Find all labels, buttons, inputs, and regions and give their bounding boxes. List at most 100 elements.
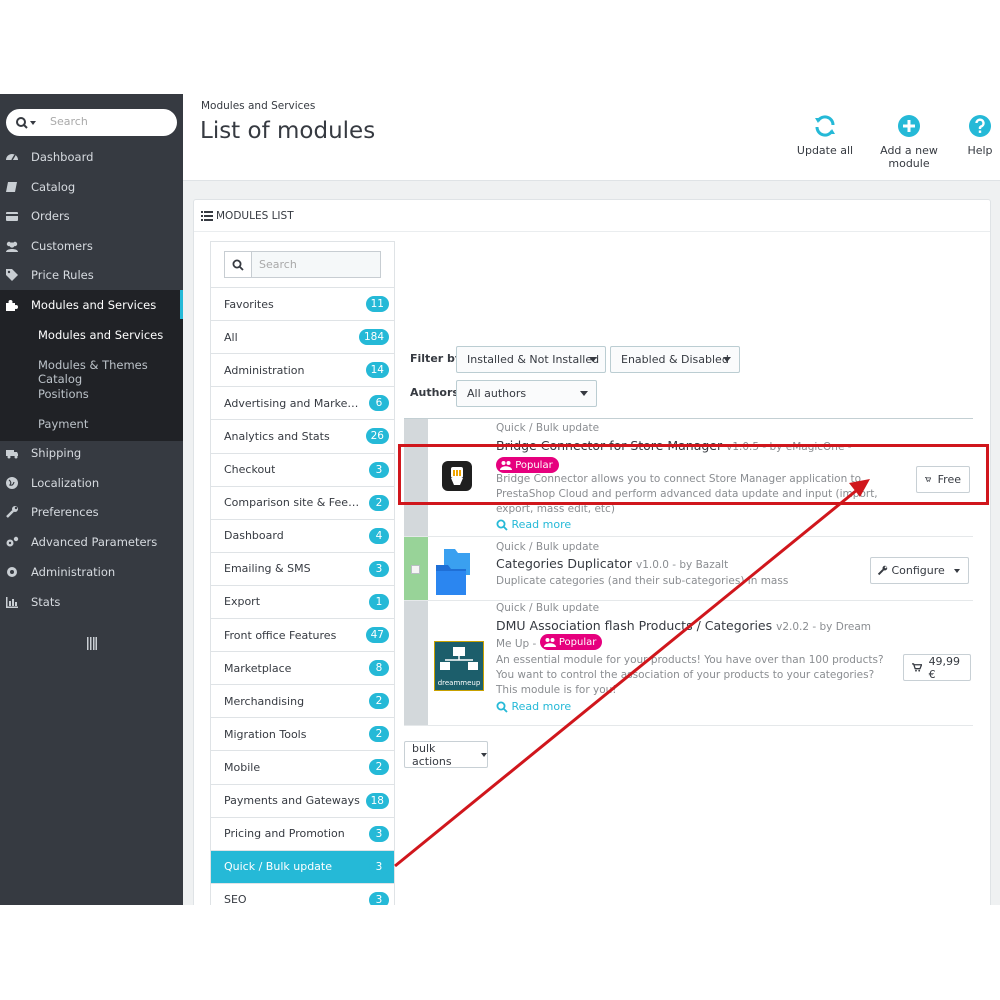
category-item[interactable]: Export 1 <box>211 584 394 618</box>
module-category: Quick / Bulk update <box>496 422 600 434</box>
category-count-badge: 2 <box>369 759 389 776</box>
category-item[interactable]: Dashboard 4 <box>211 518 394 552</box>
globe-icon <box>6 476 18 489</box>
sidebar-item-dashboard[interactable]: Dashboard <box>0 142 183 171</box>
category-count-badge: 26 <box>365 428 389 445</box>
search-icon[interactable] <box>225 252 252 277</box>
category-search-input[interactable]: Search <box>224 251 381 278</box>
caret-down-icon[interactable] <box>954 569 960 573</box>
cogs-icon <box>6 536 19 546</box>
install-filter-select[interactable]: Installed & Not Installed <box>456 346 606 373</box>
sidebar-search-input[interactable]: Search <box>6 109 177 136</box>
module-version: v1.0.5 - by eMagicOne - <box>726 441 852 453</box>
category-label: Pricing and Promotion <box>224 827 345 841</box>
plus-circle-icon <box>898 115 920 137</box>
free-install-button[interactable]: Free <box>916 466 970 493</box>
app-frame: Search Dashboard Catalog Orders Customer… <box>0 94 1000 905</box>
category-label: Merchandising <box>224 694 305 708</box>
category-item[interactable]: Quick / Bulk update 3 <box>211 849 394 883</box>
sidebar-item-catalog[interactable]: Catalog <box>0 172 183 201</box>
category-item[interactable]: Mobile 2 <box>211 750 394 784</box>
sidebar-item-price-rules[interactable]: Price Rules <box>0 260 183 289</box>
category-item[interactable]: Pricing and Promotion 3 <box>211 816 394 850</box>
category-item[interactable]: Marketplace 8 <box>211 651 394 685</box>
update-all-button[interactable]: Update all <box>795 114 855 157</box>
popular-label: Popular <box>515 459 553 471</box>
sidebar-item-label: Preferences <box>31 504 99 519</box>
help-button[interactable]: Help <box>965 114 995 157</box>
chevron-down-icon <box>589 357 597 362</box>
price-label: 49,99 € <box>928 654 961 681</box>
bar-chart-icon <box>6 596 18 608</box>
category-label: Marketplace <box>224 661 292 675</box>
add-module-button[interactable]: Add a new module <box>860 114 958 170</box>
submenu-item-payment[interactable]: Payment <box>38 417 88 431</box>
category-item[interactable]: Emailing & SMS 3 <box>211 551 394 585</box>
category-label: Export <box>224 595 261 609</box>
sidebar-item-preferences[interactable]: Preferences <box>0 497 183 526</box>
category-item[interactable]: SEO 3 <box>211 882 394 905</box>
description-line: This module is for you! <box>496 684 617 696</box>
category-label: SEO <box>224 893 247 905</box>
module-checkbox[interactable] <box>411 565 420 574</box>
category-count-badge: 184 <box>358 329 389 346</box>
sidebar-item-modules[interactable]: Modules and Services <box>0 290 183 319</box>
puzzle-icon <box>6 299 18 311</box>
sidebar-item-orders[interactable]: Orders <box>0 201 183 230</box>
submenu-item-modules-services[interactable]: Modules and Services <box>38 328 163 342</box>
module-list: Quick / Bulk update Bridge Connector for… <box>404 418 973 726</box>
category-label: Dashboard <box>224 529 284 543</box>
sidebar-item-shipping[interactable]: Shipping <box>0 438 183 467</box>
sidebar-item-customers[interactable]: Customers <box>0 231 183 260</box>
module-name: Bridge Connector for Store Manager v1.0.… <box>496 438 852 453</box>
category-item[interactable]: Favorites 11 <box>211 287 394 320</box>
category-label: Checkout <box>224 463 276 476</box>
description-line: An essential module for your products! Y… <box>496 654 884 666</box>
folder-icon <box>436 549 470 595</box>
category-item[interactable]: Front office Features 47 <box>211 618 394 651</box>
modules-panel: MODULES LIST Search Favorites 11 All 184 Adm… <box>193 199 991 905</box>
category-label: Emailing & SMS <box>224 562 311 576</box>
category-item[interactable]: Analytics and Stats 26 <box>211 419 394 453</box>
category-item[interactable]: Payments and Gateways 18 <box>211 783 394 817</box>
category-label: Payments and Gateways <box>224 794 360 807</box>
category-item[interactable]: All 184 <box>211 320 394 354</box>
sidebar-item-stats[interactable]: Stats <box>0 587 183 616</box>
module-row: Quick / Bulk update Bridge Connector for… <box>404 419 973 537</box>
category-item[interactable]: Migration Tools 2 <box>211 717 394 751</box>
module-author-tail: Me Up - <box>496 638 537 650</box>
category-count-badge: 2 <box>369 693 389 710</box>
bulk-actions-button[interactable]: bulk actions <box>404 741 488 768</box>
configure-button[interactable]: Configure <box>870 557 969 584</box>
sidebar-item-localization[interactable]: Localization <box>0 468 183 497</box>
category-item[interactable]: Merchandising 2 <box>211 684 394 718</box>
category-count-badge: 47 <box>365 627 389 643</box>
module-row: dreammeup Quick / Bulk update DMU Associ… <box>404 601 973 726</box>
panel-heading-label: MODULES LIST <box>216 209 294 222</box>
category-item[interactable]: Comparison site & Feed m... 2 <box>211 485 394 519</box>
sidebar-item-administration[interactable]: Administration <box>0 557 183 586</box>
sidebar-item-label: Shipping <box>31 445 82 460</box>
read-more-link[interactable]: Read more <box>496 700 571 713</box>
page-header: Modules and Services List of modules Upd… <box>183 94 1000 181</box>
module-name: DMU Association flash Products / Categor… <box>496 618 871 633</box>
submenu-item-positions[interactable]: Positions <box>38 387 89 401</box>
enable-filter-value: Enabled & Disabled <box>621 353 729 366</box>
category-item[interactable]: Advertising and Marketing 6 <box>211 386 394 420</box>
collapse-menu-icon[interactable] <box>87 637 97 650</box>
category-label: Favorites <box>224 297 274 311</box>
buy-button[interactable]: 49,99 € <box>903 654 971 681</box>
submenu-item-modules-themes-catalog[interactable]: Modules & Themes Catalog <box>38 358 183 386</box>
authors-filter-select[interactable]: All authors <box>456 380 597 407</box>
tags-icon <box>6 268 18 281</box>
category-item[interactable]: Administration 14 <box>211 353 394 387</box>
module-description: Bridge Connector allows you to connect S… <box>496 472 878 517</box>
search-icon <box>496 519 508 531</box>
enable-filter-select[interactable]: Enabled & Disabled <box>610 346 740 373</box>
category-item[interactable]: Checkout 3 <box>211 452 394 486</box>
sidebar-item-advanced-parameters[interactable]: Advanced Parameters <box>0 527 183 556</box>
gear-icon <box>7 566 17 577</box>
read-more-link[interactable]: Read more <box>496 518 571 531</box>
search-icon[interactable] <box>15 114 39 132</box>
breadcrumb[interactable]: Modules and Services <box>201 100 315 112</box>
